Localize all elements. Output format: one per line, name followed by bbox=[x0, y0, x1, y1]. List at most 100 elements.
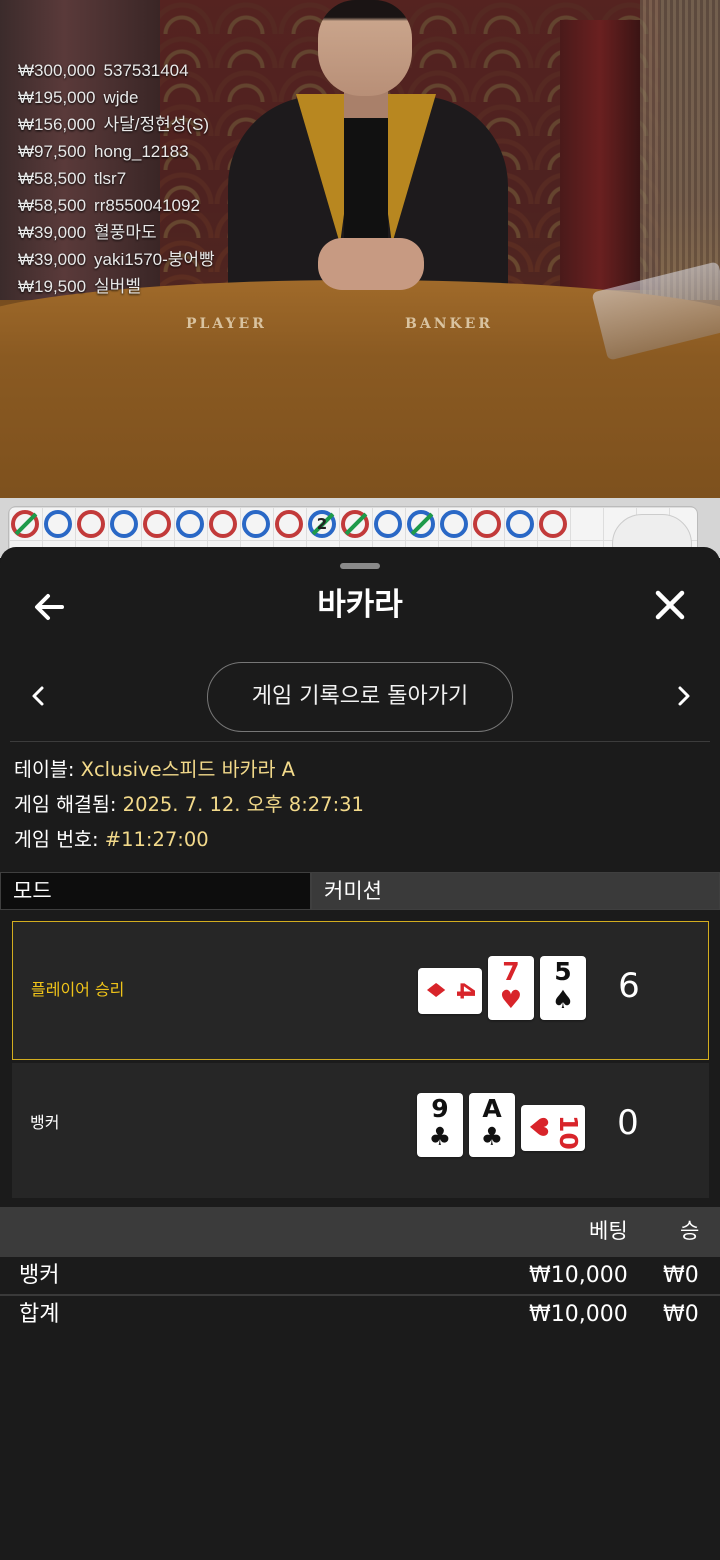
bet-leaderboard: ₩300,000 537531404 ₩195,000 wjde ₩156,000 사달/… bbox=[18, 30, 215, 300]
road-mark-banker bbox=[473, 510, 501, 538]
bets-table-header: 베팅 승 bbox=[0, 1207, 720, 1257]
road-mark-player bbox=[44, 510, 72, 538]
resolved-info-value: 2025. 7. 12. 오후 8:27:31 bbox=[122, 793, 364, 816]
game-number-value: #11:27:00 bbox=[104, 828, 209, 851]
row-bet-amount: ₩10,000 bbox=[529, 1263, 628, 1288]
banker-hand-row: 뱅커 9 ♣ A ♣ 10 ♥ 0 bbox=[12, 1063, 709, 1198]
bets-table-total-row: 합계 ₩10,000 ₩0 bbox=[0, 1296, 720, 1334]
mode-tabs: 모드 커미션 bbox=[0, 872, 720, 910]
close-icon[interactable] bbox=[648, 583, 692, 627]
card-suit-icon: ♣ bbox=[480, 1122, 504, 1151]
column-bet: 베팅 bbox=[589, 1219, 628, 1243]
table-info-label: 테이블: bbox=[14, 758, 75, 781]
game-number-label: 게임 번호: bbox=[14, 828, 99, 851]
road-mark-tie-player: 2 bbox=[308, 510, 336, 538]
back-to-history-button[interactable]: 게임 기록으로 돌아가기 bbox=[207, 662, 513, 732]
bets-table-row: 뱅커 ₩10,000 ₩0 bbox=[0, 1257, 720, 1295]
leaderboard-row: ₩39,000 yaki1570-붕어빵 bbox=[18, 246, 215, 273]
total-bet-amount: ₩10,000 bbox=[529, 1302, 628, 1327]
leaderboard-amount: ₩39,000 bbox=[18, 250, 87, 269]
tab-commission[interactable]: 커미션 bbox=[311, 872, 720, 910]
road-mark-banker bbox=[77, 510, 105, 538]
column-win: 승 bbox=[680, 1219, 700, 1243]
road-mark-banker bbox=[539, 510, 567, 538]
player-score: 6 bbox=[618, 966, 640, 1006]
leaderboard-amount: ₩97,500 bbox=[18, 142, 87, 161]
banker-card: 9 ♣ bbox=[417, 1093, 463, 1157]
live-video: PLAYER BANKER ₩300,000 537531404 ₩195,000 w… bbox=[0, 0, 720, 498]
total-win-amount: ₩0 bbox=[663, 1302, 699, 1327]
card-rank: 9 bbox=[431, 1094, 449, 1123]
row-bet-type: 뱅커 bbox=[19, 1263, 60, 1288]
leaderboard-amount: ₩58,500 bbox=[18, 196, 87, 215]
leaderboard-player-name: hong_12183 bbox=[94, 142, 189, 161]
dealer-head bbox=[318, 0, 412, 96]
tie-slash bbox=[410, 512, 434, 536]
road-mark-player bbox=[506, 510, 534, 538]
curtain-right bbox=[640, 0, 720, 300]
tab-mode[interactable]: 모드 bbox=[0, 872, 311, 910]
card-suit-icon: ♥ bbox=[499, 985, 523, 1014]
leaderboard-row: ₩300,000 537531404 bbox=[18, 57, 215, 84]
leaderboard-player-name: 537531404 bbox=[103, 61, 189, 80]
road-mark-tie-player bbox=[407, 510, 435, 538]
road-mark-player bbox=[374, 510, 402, 538]
card-suit-icon: ♥ bbox=[524, 1115, 553, 1139]
sheet-drag-handle[interactable] bbox=[340, 563, 380, 569]
leaderboard-row-faded bbox=[18, 30, 215, 57]
leaderboard-row: ₩58,500 rr8550041092 bbox=[18, 192, 215, 219]
road-mark-tie-banker bbox=[11, 510, 39, 538]
player-card: 4 ♦ bbox=[418, 968, 482, 1014]
chevron-left-icon[interactable] bbox=[24, 681, 54, 711]
player-hand-row: 플레이어 승리 4 ♦ 7 ♥ 5 ♠ 6 bbox=[12, 921, 709, 1060]
road-mark-banker bbox=[209, 510, 237, 538]
leaderboard-player-name: yaki1570-붕어빵 bbox=[94, 250, 215, 269]
row-win-amount: ₩0 bbox=[663, 1263, 699, 1288]
card-rank: 4 bbox=[451, 982, 480, 1000]
chevron-right-icon[interactable] bbox=[668, 681, 698, 711]
card-suit-icon: ♦ bbox=[421, 978, 450, 1002]
leaderboard-amount: ₩19,500 bbox=[18, 277, 87, 296]
card-rank: 7 bbox=[502, 957, 520, 986]
tie-slash bbox=[344, 512, 368, 536]
leaderboard-player-name: rr8550041092 bbox=[94, 196, 200, 215]
table-banker-label: BANKER bbox=[405, 316, 493, 332]
leaderboard-row: ₩195,000 wjde bbox=[18, 84, 215, 111]
player-card: 5 ♠ bbox=[540, 956, 586, 1020]
leaderboard-amount: ₩300,000 bbox=[18, 61, 96, 80]
card-rank: A bbox=[482, 1094, 502, 1123]
leaderboard-amount: ₩58,500 bbox=[18, 169, 87, 188]
tie-count: 2 bbox=[316, 515, 328, 533]
card-suit-icon: ♠ bbox=[551, 985, 575, 1014]
leaderboard-player-name: tlsr7 bbox=[94, 169, 127, 188]
table-player-label: PLAYER bbox=[186, 316, 267, 332]
leaderboard-row: ₩19,500 실버벨 bbox=[18, 273, 215, 300]
card-rank: 10 bbox=[554, 1115, 583, 1150]
leaderboard-row: ₩97,500 hong_12183 bbox=[18, 138, 215, 165]
road-mark-banker bbox=[143, 510, 171, 538]
road-mark-banker bbox=[275, 510, 303, 538]
table-info-value: Xclusive스피드 바카라 A bbox=[80, 758, 295, 781]
banker-card: A ♣ bbox=[469, 1093, 515, 1157]
leaderboard-row: ₩156,000 사달/정현성(S) bbox=[18, 111, 215, 138]
dealer-shirt bbox=[344, 108, 388, 248]
dealer-hands bbox=[318, 238, 424, 290]
road-mark-player bbox=[242, 510, 270, 538]
player-result-label: 플레이어 승리 bbox=[31, 980, 125, 999]
leaderboard-row: ₩39,000 혈풍마도 bbox=[18, 219, 215, 246]
road-mark-player bbox=[440, 510, 468, 538]
leaderboard-amount: ₩156,000 bbox=[18, 115, 96, 134]
backdrop-pillar bbox=[560, 20, 640, 290]
game-number-info: 게임 번호: #11:27:00 bbox=[14, 825, 209, 855]
leaderboard-row: ₩58,500 tlsr7 bbox=[18, 165, 215, 192]
resolved-info-label: 게임 해결됨: bbox=[14, 793, 117, 816]
total-label: 합계 bbox=[19, 1302, 60, 1327]
leaderboard-player-name: 실버벨 bbox=[94, 277, 141, 296]
road-mark-player bbox=[110, 510, 138, 538]
leaderboard-amount: ₩39,000 bbox=[18, 223, 87, 242]
table-info: 테이블: Xclusive스피드 바카라 A bbox=[14, 755, 295, 785]
divider bbox=[10, 741, 710, 742]
road-mark-player bbox=[176, 510, 204, 538]
sheet-title: 바카라 bbox=[317, 587, 403, 623]
resolved-info: 게임 해결됨: 2025. 7. 12. 오후 8:27:31 bbox=[14, 790, 364, 820]
